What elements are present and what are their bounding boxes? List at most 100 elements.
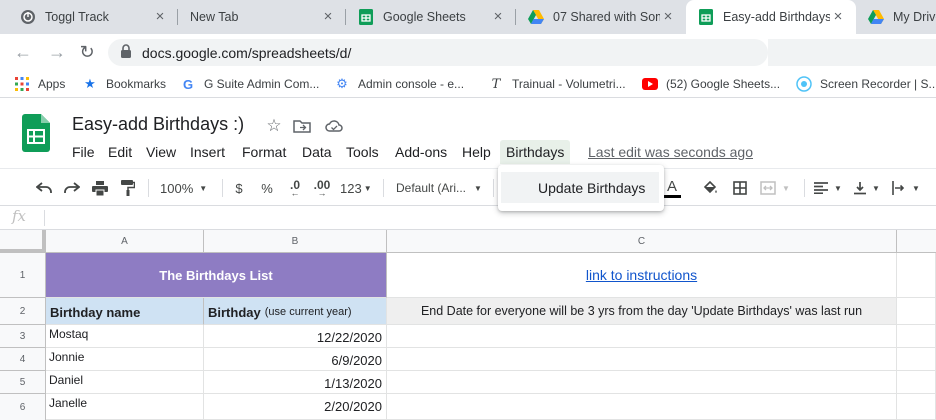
cloud-saved-icon[interactable] <box>324 116 344 136</box>
arrow-left-icon: ← <box>290 187 300 198</box>
column-header-b[interactable]: B <box>204 230 387 253</box>
close-icon[interactable]: × <box>830 9 846 25</box>
currency-format-button[interactable]: $ <box>230 177 248 199</box>
vertical-align-icon[interactable]: ▼ <box>854 177 886 199</box>
header-birthday-text: Birthday <box>208 305 261 320</box>
percent-format-button[interactable]: % <box>258 177 276 199</box>
spreadsheet-grid: A B C 1 2 3 4 5 6 The Birthdays List lin… <box>0 230 936 420</box>
bookmark-gsuite-admin[interactable]: G G Suite Admin Com... <box>180 70 319 98</box>
bookmark-trainual[interactable]: T Trainual - Volumetri... <box>488 70 626 98</box>
bookmark-screen-recorder[interactable]: Screen Recorder | S... <box>796 70 936 98</box>
undo-icon[interactable] <box>34 177 54 199</box>
youtube-icon <box>642 76 658 92</box>
menu-item-update-birthdays[interactable]: Update Birthdays <box>501 172 659 203</box>
increase-decimal-button[interactable]: .00 → <box>310 177 334 199</box>
browser-tab[interactable]: 07 Shared with Som × <box>516 0 686 34</box>
text-color-button[interactable]: A <box>662 177 682 199</box>
browser-tab[interactable]: My Drive <box>856 0 936 34</box>
row-header-6[interactable]: 6 <box>0 394 46 420</box>
chevron-down-icon: ▼ <box>834 183 842 193</box>
merge-cells-icon[interactable]: ▼ <box>760 177 796 199</box>
column-header-a[interactable]: A <box>46 230 204 253</box>
date-text: 1/13/2020 <box>324 376 382 391</box>
menu-format[interactable]: Format <box>242 140 286 164</box>
date-cell[interactable]: 2/20/2020 <box>204 394 387 420</box>
name-cell[interactable]: Janelle <box>46 394 204 420</box>
horizontal-align-icon[interactable]: ▼ <box>814 177 846 199</box>
chevron-down-icon: ▼ <box>199 183 208 193</box>
menu-tools[interactable]: Tools <box>346 140 379 164</box>
recorder-icon <box>796 76 812 92</box>
row-header-3[interactable]: 3 <box>0 325 46 348</box>
browser-tab[interactable]: New Tab × <box>178 0 346 34</box>
row-header-2[interactable]: 2 <box>0 298 46 325</box>
decrease-decimal-button[interactable]: .0 ← <box>284 177 306 199</box>
reload-icon[interactable]: ↻ <box>76 41 98 63</box>
menu-help[interactable]: Help <box>462 140 491 164</box>
close-icon[interactable]: × <box>490 9 506 25</box>
bookmark-youtube[interactable]: (52) Google Sheets... <box>642 70 780 98</box>
print-icon[interactable] <box>90 177 110 199</box>
last-edit-link[interactable]: Last edit was seconds ago <box>588 140 753 164</box>
menu-file[interactable]: File <box>72 140 95 164</box>
select-all-corner[interactable] <box>0 230 46 253</box>
tab-title: Google Sheets <box>383 10 466 24</box>
date-cell[interactable]: 6/9/2020 <box>204 348 387 371</box>
menu-insert[interactable]: Insert <box>190 140 225 164</box>
instructions-link-cell[interactable]: link to instructions <box>387 253 897 298</box>
menu-birthdays[interactable]: Birthdays <box>500 140 571 164</box>
row-header-5[interactable]: 5 <box>0 371 46 394</box>
forward-arrow-icon[interactable]: → <box>46 41 68 63</box>
address-bar[interactable]: docs.google.com/spreadsheets/d/ <box>108 39 768 66</box>
name-cell[interactable]: Daniel <box>46 371 204 394</box>
borders-icon[interactable] <box>730 177 750 199</box>
column-header-d[interactable] <box>897 230 936 253</box>
menu-edit[interactable]: Edit <box>108 140 132 164</box>
star-icon: ★ <box>84 76 96 91</box>
star-outline-icon[interactable]: ☆ <box>264 116 284 136</box>
header-birthday-name[interactable]: Birthday name <box>46 298 204 325</box>
column-header-c[interactable]: C <box>387 230 897 253</box>
apps-grid-icon <box>14 76 30 92</box>
menu-addons[interactable]: Add-ons <box>395 140 447 164</box>
tab-title: Toggl Track <box>45 10 109 24</box>
browser-tab-active[interactable]: Easy-add Birthdays × <box>686 0 856 34</box>
text-wrap-icon[interactable]: ▼ <box>892 177 926 199</box>
date-cell[interactable]: 12/22/2020 <box>204 325 387 348</box>
bookmark-admin-console[interactable]: ⚙ Admin console - e... <box>334 70 464 98</box>
more-formats-select[interactable]: 123 ▼ <box>340 177 374 199</box>
name-cell[interactable]: Mostaq <box>46 325 204 348</box>
bookmark-bookmarks[interactable]: ★ Bookmarks <box>82 70 166 98</box>
font-select[interactable]: Default (Ari... ▼ <box>396 177 490 199</box>
browser-tab[interactable]: Google Sheets × <box>346 0 516 34</box>
zoom-select[interactable]: 100% ▼ <box>160 177 214 199</box>
date-text: 2/20/2020 <box>324 399 382 414</box>
browser-tab[interactable]: Toggl Track × <box>8 0 178 34</box>
title-cell[interactable]: The Birthdays List <box>46 253 387 298</box>
date-cell[interactable]: 1/13/2020 <box>204 371 387 394</box>
paint-format-icon[interactable] <box>118 177 138 199</box>
back-arrow-icon[interactable]: ← <box>12 41 34 63</box>
document-title[interactable]: Easy-add Birthdays :) <box>72 114 244 135</box>
instructions-link[interactable]: link to instructions <box>586 267 697 283</box>
title-text: The Birthdays List <box>159 267 273 283</box>
row-header-4[interactable]: 4 <box>0 348 46 371</box>
row-header-1[interactable]: 1 <box>0 253 46 298</box>
formula-bar[interactable]: fx <box>0 206 936 230</box>
fill-color-icon[interactable] <box>700 177 720 199</box>
menu-data[interactable]: Data <box>302 140 332 164</box>
header-birthday[interactable]: Birthday (use current year) <box>204 298 387 325</box>
bookmark-label: Screen Recorder | S... <box>820 77 936 91</box>
bookmark-apps[interactable]: Apps <box>14 70 65 98</box>
menu-view[interactable]: View <box>146 140 176 164</box>
move-to-folder-icon[interactable] <box>292 116 312 136</box>
chevron-down-icon: ▼ <box>912 183 920 193</box>
chevron-down-icon: ▼ <box>782 183 790 193</box>
date-text: 6/9/2020 <box>331 353 382 368</box>
redo-icon[interactable] <box>62 177 82 199</box>
name-cell[interactable]: Jonnie <box>46 348 204 371</box>
close-icon[interactable]: × <box>320 9 336 25</box>
close-icon[interactable]: × <box>152 9 168 25</box>
note-cell[interactable]: End Date for everyone will be 3 yrs from… <box>387 298 897 325</box>
close-icon[interactable]: × <box>660 9 676 25</box>
